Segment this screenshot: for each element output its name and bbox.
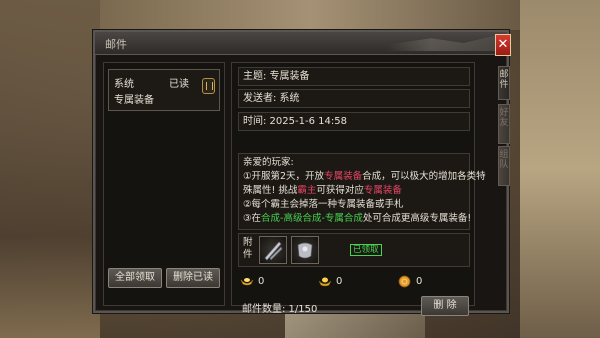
currency-bound-gold-value: 0 xyxy=(336,276,343,287)
highlight-text: 专属装备 xyxy=(363,185,402,196)
delete-read-button[interactable]: 删除已读 xyxy=(166,268,220,288)
body-text: 处可合成更高级专属装备! xyxy=(362,213,472,224)
attachment-slot-armor[interactable] xyxy=(291,236,319,264)
tab-team[interactable]: 组队 xyxy=(498,146,510,186)
mail-window: 邮件 系统 已读 专属装备 全部领取 删除已读 主题: 专属装备 发送者: 系统… xyxy=(93,30,509,316)
dragon-ornament xyxy=(387,35,497,51)
window-titlebar[interactable]: 邮件 xyxy=(95,32,507,55)
claimed-badge: 已领取 xyxy=(350,244,382,256)
body-text: 合成，可以极大的增加各类特 xyxy=(362,171,486,182)
coin-icon xyxy=(398,275,411,288)
mail-sender: 系统 xyxy=(114,79,134,90)
gold-ingot-icon xyxy=(240,278,254,286)
body-text: ③在 xyxy=(243,213,262,224)
highlight-text: 专属装备 xyxy=(324,171,363,182)
claim-all-button[interactable]: 全部领取 xyxy=(108,268,162,288)
terrain-right xyxy=(520,0,600,338)
mail-sender-field: 发送者: 系统 xyxy=(238,89,470,108)
mail-list-panel: 系统 已读 专属装备 全部领取 删除已读 xyxy=(103,62,225,306)
mail-subject: 专属装备 xyxy=(114,95,154,106)
body-text: 殊属性! 挑战 xyxy=(243,185,298,196)
bound-gold-ingot-icon xyxy=(318,277,332,287)
attachment-label: 附件 xyxy=(243,237,253,260)
body-line-1: ①开服第2天，开放专属装备合成，可以极大的增加各类特 xyxy=(243,170,486,184)
close-button[interactable]: ✕ xyxy=(495,34,511,56)
body-text: ①开服第2天，开放 xyxy=(243,171,325,182)
mail-body: 亲爱的玩家: ①开服第2天，开放专属装备合成，可以极大的增加各类特 殊属性! 挑… xyxy=(238,153,486,230)
currency-coin-value: 0 xyxy=(416,276,423,287)
mail-list-item[interactable]: 系统 已读 专属装备 xyxy=(108,69,220,111)
delete-button[interactable]: 删 除 xyxy=(421,296,469,316)
body-line-4: ③在合成-高级合成-专属合成处可合成更高级专属装备! xyxy=(243,212,471,226)
tab-friends[interactable]: 好友 xyxy=(498,104,510,144)
terrain-top xyxy=(100,0,520,30)
mail-count: 邮件数量: 1/150 xyxy=(242,304,318,315)
terrain-left xyxy=(0,0,100,338)
body-line-2: 殊属性! 挑战霸主可获得对应专属装备 xyxy=(243,184,465,198)
tab-mail[interactable]: 邮件 xyxy=(498,66,510,100)
body-line-3: ②每个霸主会掉落一种专属装备或手札 xyxy=(243,199,404,210)
mail-detail-panel: 主题: 专属装备 发送者: 系统 时间: 2025-1-6 14:58 亲爱的玩… xyxy=(231,62,486,316)
highlight-text: 霸主 xyxy=(297,185,317,196)
mail-read-status: 已读 xyxy=(169,79,189,90)
armor-item-icon xyxy=(297,242,313,259)
trash-icon[interactable] xyxy=(202,78,215,94)
attachment-slot-weapon[interactable] xyxy=(259,236,287,264)
window-title: 邮件 xyxy=(105,38,127,51)
weapon-item-icon xyxy=(264,241,283,261)
body-text: 可获得对应 xyxy=(316,185,364,196)
currency-gold-value: 0 xyxy=(258,276,265,287)
highlight-link[interactable]: 合成-高级合成-专属合成 xyxy=(261,213,363,224)
mail-subject-field: 主题: 专属装备 xyxy=(238,67,470,86)
mail-time-field: 时间: 2025-1-6 14:58 xyxy=(238,112,470,131)
body-greeting: 亲爱的玩家: xyxy=(243,157,294,168)
attachment-area: 附件 已领取 xyxy=(238,233,470,267)
